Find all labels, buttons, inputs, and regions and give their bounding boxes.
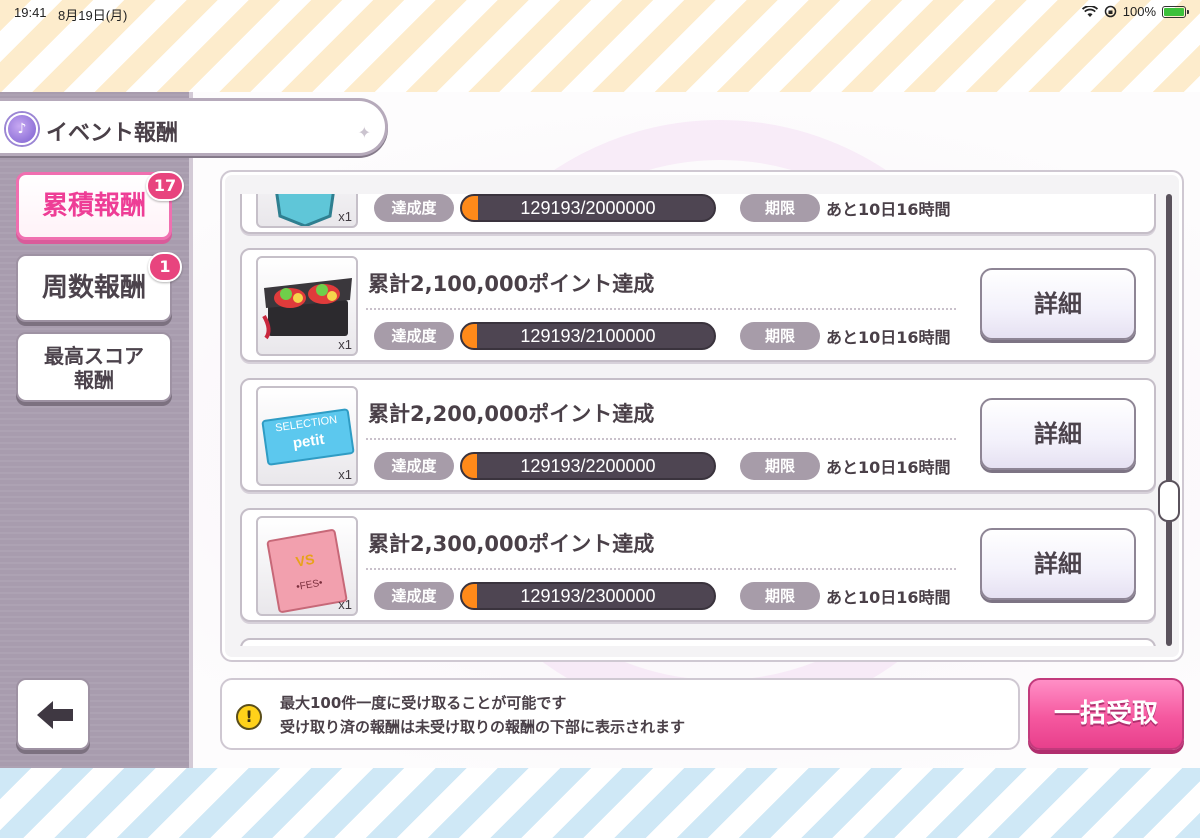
reward-quantity: x1 bbox=[338, 467, 352, 482]
info-note: ! 最大100件一度に受け取ることが可能です 受け取り済の報酬は未受け取りの報酬… bbox=[220, 678, 1020, 750]
reward-quantity: x1 bbox=[338, 337, 352, 352]
reward-list-panel: x1 達成度 129193/2000000 期限 あと10日16時間 x1 累計… bbox=[220, 170, 1184, 662]
notification-badge: 17 bbox=[146, 171, 184, 201]
status-time: 19:41 bbox=[14, 5, 47, 20]
battery-icon bbox=[1162, 5, 1189, 18]
reward-quantity: x1 bbox=[338, 597, 352, 612]
progress-bar: 129193/2100000 bbox=[460, 322, 716, 350]
remaining-time: あと10日16時間 bbox=[826, 328, 951, 347]
progress-bar: 129193/2300000 bbox=[460, 582, 716, 610]
page-header: ♪ イベント報酬 ✦ bbox=[0, 98, 388, 156]
reward-name: 累計2,200,000ポイント達成 bbox=[368, 402, 655, 426]
fes-ticket-icon: VS •FES• bbox=[266, 528, 348, 614]
reward-row: VS •FES• x1 累計2,300,000ポイント達成 達成度 129193… bbox=[240, 508, 1156, 622]
reward-row: x1 累計2,100,000ポイント達成 達成度 129193/2100000 … bbox=[240, 248, 1156, 362]
divider bbox=[366, 568, 956, 570]
progress-bar: 129193/2000000 bbox=[460, 194, 716, 222]
progress-text: 129193/2000000 bbox=[520, 198, 656, 218]
reward-quantity: x1 bbox=[338, 209, 352, 224]
detail-button[interactable]: 詳細 bbox=[980, 528, 1136, 600]
fes-ticket-label: •FES• bbox=[295, 577, 324, 593]
achievement-label: 達成度 bbox=[374, 322, 454, 350]
reward-item-thumbnail: x1 bbox=[256, 256, 358, 356]
reward-name: 累計2,300,000ポイント達成 bbox=[368, 532, 655, 556]
orientation-lock-icon bbox=[1104, 5, 1116, 18]
progress-text: 129193/2100000 bbox=[520, 326, 656, 346]
warning-icon: ! bbox=[236, 704, 262, 730]
scrollbar-track[interactable] bbox=[1166, 194, 1172, 646]
remaining-time: あと10日16時間 bbox=[826, 200, 951, 219]
ticket-icon: SELECTION petit bbox=[261, 408, 355, 466]
gift-box-icon bbox=[262, 278, 352, 340]
reward-name: 累計2,100,000ポイント達成 bbox=[368, 272, 655, 296]
remaining-time: あと10日16時間 bbox=[826, 588, 951, 607]
reward-item-thumbnail: x1 bbox=[256, 194, 358, 228]
detail-button[interactable]: 詳細 bbox=[980, 268, 1136, 340]
reward-item-thumbnail: SELECTION petit x1 bbox=[256, 386, 358, 486]
reward-row bbox=[240, 638, 1156, 646]
sparkle-icon: ✦ bbox=[357, 123, 371, 142]
fes-ticket-vs: VS bbox=[294, 550, 316, 570]
remaining-time: あと10日16時間 bbox=[826, 458, 951, 477]
battery-percent: 100% bbox=[1122, 4, 1156, 19]
background-stripes-bottom bbox=[0, 768, 1200, 838]
tab-label: 周数報酬 bbox=[41, 273, 146, 303]
progress-bar: 129193/2200000 bbox=[460, 452, 716, 480]
achievement-label: 達成度 bbox=[374, 194, 454, 222]
reward-list[interactable]: x1 達成度 129193/2000000 期限 あと10日16時間 x1 累計… bbox=[222, 194, 1162, 646]
detail-button[interactable]: 詳細 bbox=[980, 398, 1136, 470]
divider bbox=[366, 308, 956, 310]
page-title: イベント報酬 bbox=[46, 121, 179, 146]
reward-row: x1 達成度 129193/2000000 期限 あと10日16時間 bbox=[240, 194, 1156, 234]
divider bbox=[366, 438, 956, 440]
wifi-icon bbox=[1081, 5, 1098, 17]
status-right: 100% bbox=[1081, 4, 1189, 19]
status-date: 8月19日(月) bbox=[58, 8, 128, 23]
tab-label: 累積報酬 bbox=[41, 191, 146, 221]
bulk-receive-button[interactable]: 一括受取 bbox=[1028, 678, 1184, 750]
music-note-icon: ♪ bbox=[6, 113, 38, 145]
achievement-label: 達成度 bbox=[374, 582, 454, 610]
tab-high-score-rewards[interactable]: 最高スコア 報酬 bbox=[16, 332, 172, 402]
notification-badge: 1 bbox=[148, 252, 182, 282]
reward-row: SELECTION petit x1 累計2,200,000ポイント達成 達成度… bbox=[240, 378, 1156, 492]
info-text-line2: 受け取り済の報酬は未受け取りの報酬の下部に表示されます bbox=[280, 718, 686, 736]
progress-text: 129193/2200000 bbox=[520, 456, 656, 476]
tab-label-line1: 最高スコア bbox=[44, 344, 144, 368]
achievement-label: 達成度 bbox=[374, 452, 454, 480]
deadline-label: 期限 bbox=[740, 582, 820, 610]
reward-item-thumbnail: VS •FES• x1 bbox=[256, 516, 358, 616]
scrollbar-thumb[interactable] bbox=[1158, 480, 1180, 522]
shield-item-icon bbox=[275, 194, 335, 226]
deadline-label: 期限 bbox=[740, 322, 820, 350]
back-button[interactable] bbox=[16, 678, 90, 750]
arrow-left-icon bbox=[37, 701, 73, 729]
info-text-line1: 最大100件一度に受け取ることが可能です bbox=[280, 694, 567, 712]
tab-label-line2: 報酬 bbox=[74, 368, 114, 392]
status-bar: 19:41 8月19日(月) 100% bbox=[0, 0, 1200, 26]
progress-text: 129193/2300000 bbox=[520, 586, 656, 606]
deadline-label: 期限 bbox=[740, 452, 820, 480]
deadline-label: 期限 bbox=[740, 194, 820, 222]
